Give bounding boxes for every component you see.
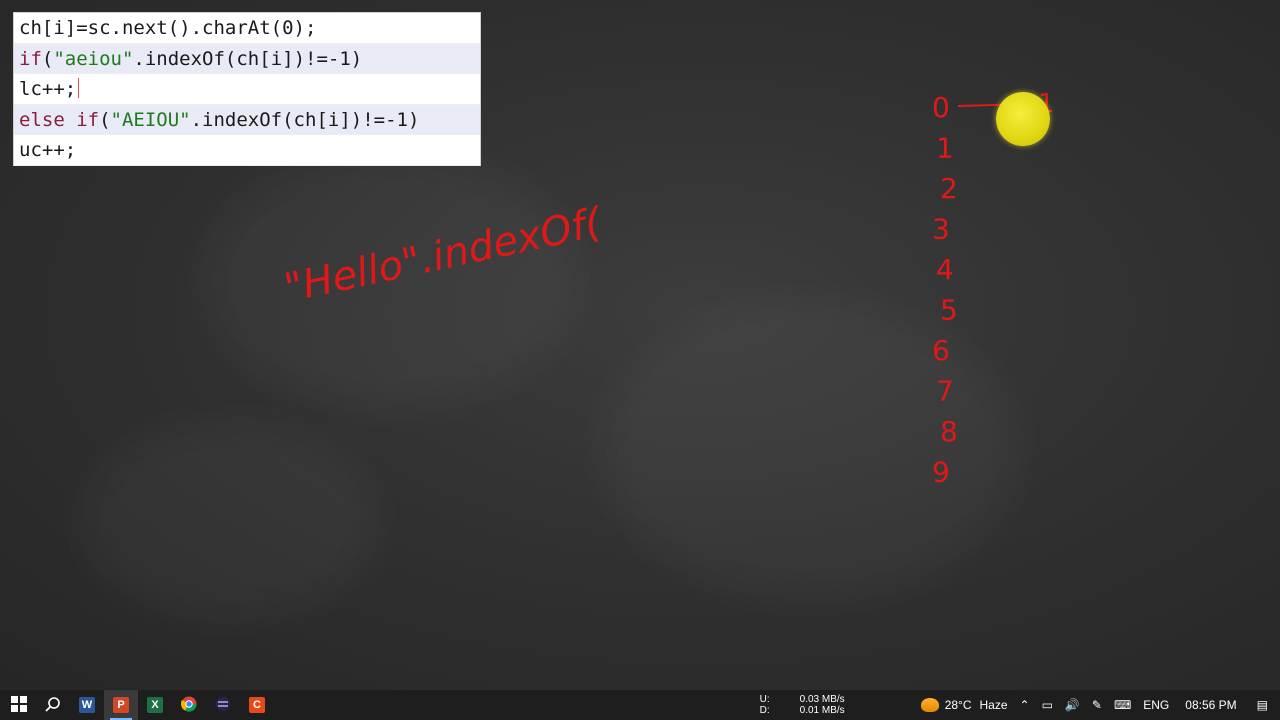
windows-taskbar: W P X C U: D: 0.03 MB/s 0.01 MB/s 28°C Haze… (0, 690, 1280, 720)
index-digit: 2 (940, 172, 958, 205)
upload-label: U: (759, 694, 770, 705)
index-digit: 5 (940, 294, 958, 327)
search-icon (45, 696, 61, 715)
download-speed: 0.01 MB/s (799, 705, 845, 716)
index-digit: 4 (936, 253, 954, 286)
handwritten-annotations: "Hello".indexOf( 0 1 2 3 4 5 6 7 8 9 1 (281, 89, 1055, 489)
screen-recorder-icon: C (249, 697, 265, 713)
eclipse-icon (215, 696, 231, 715)
recorder-taskbar-button[interactable]: C (240, 690, 274, 720)
index-digit: 8 (940, 415, 958, 448)
weather-temp: 28°C (944, 698, 972, 712)
chevron-up-icon[interactable]: ⌃ (1020, 698, 1030, 712)
windows-logo-icon (11, 695, 27, 715)
presenter-pointer (996, 92, 1050, 146)
keyboard-icon[interactable]: ⌨ (1114, 698, 1131, 712)
powerpoint-taskbar-button[interactable]: P (104, 690, 138, 720)
index-digit: 3 (932, 213, 950, 246)
haze-weather-icon (920, 698, 939, 712)
index-digit: 0 (932, 91, 950, 124)
network-speed-meter: U: D: 0.03 MB/s 0.01 MB/s (760, 694, 875, 716)
chrome-taskbar-button[interactable] (172, 690, 206, 720)
powerpoint-icon: P (113, 697, 129, 713)
handwritten-indexof-text: "Hello".indexOf( (281, 199, 608, 311)
index-digit: 9 (932, 456, 950, 489)
index-digit-column: 0 1 2 3 4 5 6 7 8 9 (932, 91, 958, 489)
index-digit: 1 (936, 132, 954, 165)
taskbar-app-list: WPXC (0, 690, 274, 720)
weather-condition: Haze (979, 698, 1008, 712)
notification-icon[interactable]: ▤ (1257, 698, 1268, 712)
index-digit: 7 (936, 375, 954, 408)
weather-widget[interactable]: 28°C Haze (920, 698, 1008, 712)
word-icon: W (79, 697, 95, 713)
search-taskbar-button[interactable] (36, 690, 70, 720)
battery-icon[interactable]: ▭ (1042, 698, 1053, 712)
upload-speed: 0.03 MB/s (799, 694, 845, 705)
clock[interactable]: 08:56 PM (1185, 698, 1236, 712)
download-label: D: (759, 705, 770, 716)
excel-taskbar-button[interactable]: X (138, 690, 172, 720)
word-taskbar-button[interactable]: W (70, 690, 104, 720)
language-indicator[interactable]: ENG (1143, 698, 1169, 712)
index-digit: 6 (932, 334, 950, 367)
pen-icon[interactable]: ✎ (1092, 698, 1102, 712)
excel-icon: X (147, 697, 163, 713)
windows-start-taskbar-button[interactable] (2, 690, 36, 720)
chrome-icon (180, 696, 197, 715)
system-tray: U: D: 0.03 MB/s 0.01 MB/s 28°C Haze ⌃ ▭ … (760, 690, 1280, 720)
volume-icon[interactable]: 🔊 (1065, 698, 1080, 712)
eclipse-taskbar-button[interactable] (206, 690, 240, 720)
